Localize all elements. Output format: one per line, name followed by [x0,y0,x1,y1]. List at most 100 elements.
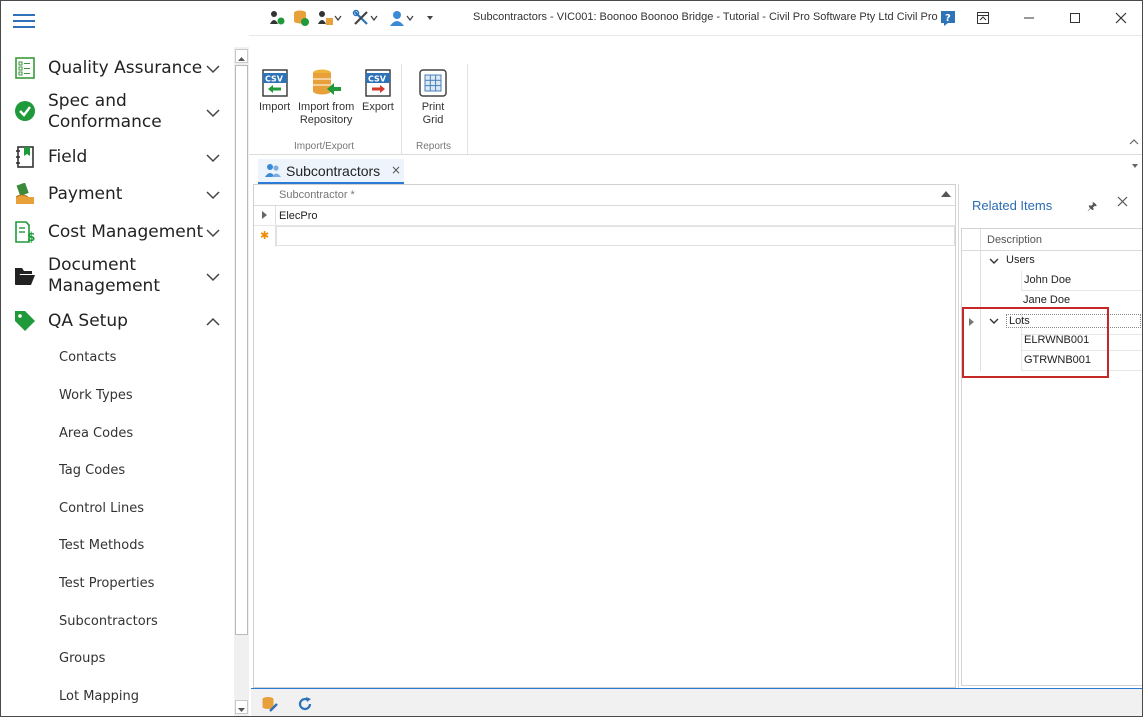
qat-button-2[interactable] [292,9,310,27]
tab-menu-icon[interactable] [1131,163,1139,169]
tab-close-button[interactable]: × [391,163,401,177]
chevron-down-icon[interactable] [205,105,221,121]
ribbon-display-icon [977,12,989,24]
workflow-orange-icon [318,11,333,25]
checklist-icon [13,56,37,80]
row-indicator-icon [969,318,974,326]
help-icon: ? [941,11,955,26]
ribbon: CSV Import Import from Repository CSV Ex… [249,35,1142,155]
new-row[interactable]: ✱ [254,226,955,246]
sidebar-subitem-lot-mapping[interactable]: Lot Mapping [59,689,139,704]
sidebar-subitem-test-methods[interactable]: Test Methods [59,538,144,553]
csv-export-icon: CSV [365,69,391,97]
import-from-repository-button[interactable]: Import from Repository [298,68,354,127]
pin-icon[interactable]: 🖈 [1087,198,1097,217]
sidebar-item-label: Field [48,147,88,167]
database-import-icon [313,69,342,95]
sidebar-subitem-test-properties[interactable]: Test Properties [59,576,154,591]
sidebar-item-label: Payment [48,184,123,204]
tree-group-lots[interactable]: Lots [982,311,1142,331]
sidebar-subitem-area-codes[interactable]: Area Codes [59,426,133,441]
payment-hand-icon [13,182,37,206]
chevron-down-icon[interactable] [205,150,221,166]
related-items-title: Related Items [972,198,1053,213]
sidebar-item-label-line1: Document [48,255,137,275]
ribbon-group-label-reports: Reports [416,141,452,152]
sidebar-item-field[interactable]: Field [1,144,234,170]
tree-group-users[interactable]: Users [982,251,1142,271]
help-button[interactable]: ? [935,5,961,31]
scroll-up-button[interactable] [235,49,248,63]
import-label: Import [259,101,291,113]
qat-button-1[interactable] [268,9,286,27]
ribbon-display-button[interactable] [970,5,996,31]
print-grid-label-1: Print [421,101,445,113]
chevron-down-icon[interactable] [988,255,1000,267]
scroll-down-button[interactable] [235,700,248,714]
sidebar-subitem-contacts[interactable]: Contacts [59,350,116,365]
column-header-subcontractor[interactable]: Subcontractor * [279,189,355,201]
grid-header: Subcontractor * [254,185,955,206]
subcontractors-grid: Subcontractor * ElecPro ✱ [253,184,956,688]
sidebar-item-payment[interactable]: Payment [1,181,234,207]
svg-text:CSV: CSV [265,75,284,84]
sidebar-item-label-line1: Spec and [48,91,127,111]
tree-item-gtrwnb001[interactable]: GTRWNB001 [1021,351,1142,371]
edit-icon [262,697,278,712]
qat-customize-dropdown[interactable] [426,9,434,27]
chevron-down-icon[interactable] [205,269,221,285]
chevron-up-icon[interactable] [205,314,221,330]
sidebar-subitem-groups[interactable]: Groups [59,651,105,666]
notebook-icon [13,145,37,169]
chevron-down-icon [406,15,414,22]
user-icon [390,11,404,26]
qat-dropdown-3[interactable] [316,9,342,27]
sidebar-subitem-control-lines[interactable]: Control Lines [59,501,144,516]
tree-item-jane-doe[interactable]: Jane Doe [1021,291,1142,311]
tab-subcontractors[interactable]: Subcontractors × [258,159,404,184]
column-header-description[interactable]: Description [987,234,1042,246]
qat-user-dropdown[interactable] [388,9,414,27]
sidebar-subitem-tag-codes[interactable]: Tag Codes [59,463,125,478]
sidebar-item-document-management[interactable]: Document Management [1,255,234,299]
export-button[interactable]: CSV Export [362,68,394,114]
table-row[interactable]: ElecPro [254,206,955,226]
tree-item-elrwnb001[interactable]: ELRWNB001 [1021,331,1142,351]
import-button[interactable]: CSV Import [259,68,290,114]
chevron-down-icon[interactable] [205,61,221,77]
chevron-down-icon[interactable] [205,225,221,241]
open-folder-icon [13,264,37,288]
sidebar-item-spec-and-conformance[interactable]: Spec and Conformance [1,91,234,135]
tree-item-john-doe[interactable]: John Doe [1021,271,1142,291]
maximize-icon [1070,13,1080,23]
qat-tools-dropdown[interactable] [352,9,378,27]
new-row-cell[interactable] [276,226,955,246]
tag-icon [13,309,37,333]
sort-ascending-icon[interactable] [941,191,951,197]
sidebar-item-label: QA Setup [48,311,128,331]
chevron-down-icon[interactable] [988,315,1000,327]
sidebar-subitem-work-types[interactable]: Work Types [59,388,133,403]
close-window-button[interactable] [1108,5,1134,31]
maximize-button[interactable] [1062,5,1088,31]
close-panel-icon[interactable] [1117,196,1128,207]
sidebar: Quality Assurance Spec and Conformance F… [1,1,234,716]
print-grid-button[interactable]: Print Grid [419,68,447,127]
collapse-ribbon-icon[interactable] [1129,138,1139,146]
minimize-button[interactable] [1016,5,1042,31]
cell-subcontractor[interactable]: ElecPro [279,210,318,222]
sidebar-subitem-subcontractors[interactable]: Subcontractors [59,614,158,629]
cost-document-icon: $ [13,220,37,244]
tree-item-label: ELRWNB001 [1024,334,1090,346]
hamburger-icon[interactable] [13,13,35,29]
refresh-icon [298,697,312,711]
chevron-down-icon[interactable] [205,187,221,203]
sidebar-item-quality-assurance[interactable]: Quality Assurance [1,55,234,81]
sidebar-item-cost-management[interactable]: $ Cost Management [1,219,234,245]
sidebar-item-qa-setup[interactable]: QA Setup [1,308,234,334]
ribbon-separator [401,64,402,154]
scrollbar-thumb[interactable] [235,65,248,635]
refresh-button[interactable] [294,693,316,715]
edit-mode-button[interactable] [259,693,281,715]
ribbon-separator [467,64,468,154]
